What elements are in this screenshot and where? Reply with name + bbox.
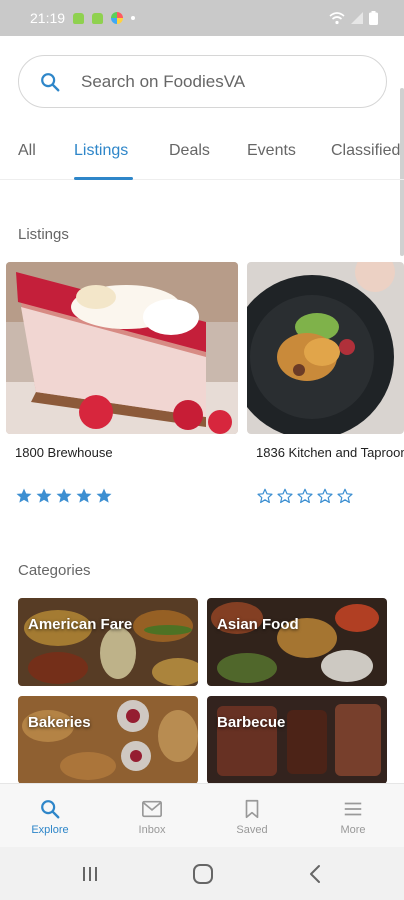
tab-bar: All Listings Deals Events Classified [0, 128, 404, 180]
search-bar[interactable] [18, 55, 387, 108]
category-tile-bakeries[interactable]: Bakeries [18, 696, 198, 784]
nav-label: Inbox [138, 824, 166, 836]
rating-stars [15, 487, 113, 505]
status-left: 21:19 [30, 10, 136, 26]
listings-section-title: Listings [18, 226, 69, 243]
listing-card[interactable]: 1800 Brewhouse [6, 262, 238, 503]
active-tab-indicator [74, 177, 133, 180]
category-label: American Fare [28, 616, 133, 633]
listing-name: 1800 Brewhouse [15, 445, 113, 460]
star-filled-icon [36, 488, 52, 503]
wifi-icon [329, 12, 345, 25]
mail-icon [142, 800, 162, 818]
star-filled-icon [56, 488, 72, 503]
bottom-nav: Explore Inbox Saved More [0, 783, 404, 847]
tab-deals[interactable]: Deals [169, 142, 210, 160]
tab-classified[interactable]: Classified [331, 142, 400, 160]
status-bar: 21:19 [0, 0, 404, 36]
category-label: Bakeries [28, 714, 91, 731]
category-image [207, 696, 387, 784]
listing-name: 1836 Kitchen and Taproom [256, 445, 404, 460]
category-label: Barbecue [217, 714, 286, 731]
android-notification-icon [92, 12, 104, 24]
android-notification-icon [73, 12, 85, 24]
rating-stars [256, 487, 354, 505]
category-tile-american-fare[interactable]: American Fare [18, 598, 198, 686]
tab-events[interactable]: Events [247, 142, 296, 160]
listing-image [247, 262, 404, 434]
star-filled-icon [76, 488, 92, 503]
tab-all[interactable]: All [18, 142, 36, 160]
category-image [18, 696, 198, 784]
category-tile-asian-food[interactable]: Asian Food [207, 598, 387, 686]
categories-section-title: Categories [18, 562, 91, 579]
recent-apps-icon[interactable] [77, 861, 103, 887]
category-image [18, 598, 198, 686]
signal-icon [351, 12, 363, 24]
listing-image [6, 262, 238, 434]
nav-label: Explore [31, 824, 69, 836]
star-filled-icon [96, 488, 112, 503]
search-input[interactable] [81, 71, 341, 92]
more-notifications-icon [131, 16, 136, 20]
nav-more[interactable]: More [318, 784, 388, 848]
nav-label: More [340, 824, 366, 836]
nav-inbox[interactable]: Inbox [117, 784, 187, 848]
star-outline-icon [337, 488, 353, 504]
status-time: 21:19 [30, 10, 66, 26]
nav-explore[interactable]: Explore [15, 784, 85, 848]
status-right [329, 11, 378, 25]
nav-saved[interactable]: Saved [217, 784, 287, 848]
bookmark-icon [245, 799, 259, 819]
star-filled-icon [16, 488, 32, 503]
nav-label: Saved [236, 824, 268, 836]
system-nav-bar [0, 847, 404, 900]
star-outline-icon [317, 488, 333, 504]
star-outline-icon [277, 488, 293, 504]
app-notification-icon [111, 12, 124, 24]
listing-card[interactable]: 1836 Kitchen and Taproom [247, 262, 404, 504]
star-outline-icon [257, 488, 273, 504]
menu-icon [344, 802, 362, 816]
home-icon[interactable] [190, 861, 216, 887]
category-image [207, 598, 387, 686]
category-label: Asian Food [217, 616, 299, 633]
back-icon[interactable] [303, 861, 329, 887]
search-icon [41, 72, 60, 91]
battery-icon [369, 11, 378, 25]
star-outline-icon [297, 488, 313, 504]
category-tile-barbecue[interactable]: Barbecue [207, 696, 387, 784]
search-icon [41, 800, 60, 819]
tab-listings[interactable]: Listings [74, 142, 128, 160]
